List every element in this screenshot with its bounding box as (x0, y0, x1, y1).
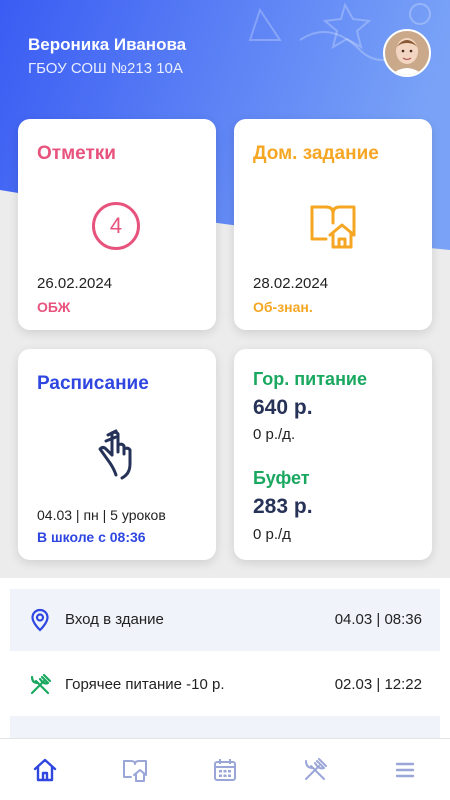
menu-icon[interactable] (392, 757, 418, 783)
schedule-status: В школе с 08:36 (37, 529, 146, 545)
homework-card[interactable]: Дом. задание 28.02.2024 Об-знан. (234, 119, 432, 330)
fork-knife-icon[interactable] (302, 757, 328, 783)
user-school: ГБОУ СОШ №213 10А (28, 60, 183, 77)
card-title: Дом. задание (253, 143, 379, 164)
homework-subject: Об-знан. (253, 299, 313, 315)
food-card[interactable]: Гор. питание 640 р. 0 р./д. Буфет 283 р.… (234, 349, 432, 560)
list-item[interactable]: Горячее питание -10 р. 02.03 | 12:22 (10, 654, 440, 716)
schedule-card[interactable]: Расписание 04.03 | пн | 5 уроков В школе… (18, 349, 216, 560)
avatar[interactable] (383, 29, 431, 77)
calendar-icon[interactable] (212, 757, 238, 783)
location-pin-icon (31, 608, 49, 632)
fork-knife-icon (30, 673, 52, 695)
home-icon[interactable] (32, 757, 58, 783)
buffet-title: Буфет (253, 468, 310, 488)
grade-badge: 4 (92, 202, 140, 250)
event-label: Горячее питание -10 р. (65, 676, 225, 693)
city-food-amount: 640 р. (253, 396, 313, 419)
event-time: 02.03 | 12:22 (334, 676, 422, 693)
grade-date: 26.02.2024 (37, 275, 113, 292)
list-item[interactable] (10, 716, 440, 738)
grades-card[interactable]: Отметки 4 26.02.2024 ОБЖ (18, 119, 216, 330)
event-time: 04.03 | 08:36 (334, 611, 422, 628)
city-food-title: Гор. питание (253, 369, 368, 389)
buffet-amount: 283 р. (253, 495, 313, 518)
user-name: Вероника Иванова (28, 35, 187, 54)
list-item[interactable]: Вход в здание 04.03 | 08:36 (10, 589, 440, 651)
card-title: Отметки (37, 143, 116, 164)
schedule-info: 04.03 | пн | 5 уроков (37, 507, 166, 523)
buffet-per-day: 0 р./д (253, 526, 291, 543)
homework-date: 28.02.2024 (253, 275, 329, 292)
tap-hand-icon (98, 429, 132, 480)
bottom-navigation (0, 738, 450, 800)
event-label: Вход в здание (65, 611, 164, 628)
card-title: Расписание (37, 373, 149, 394)
grade-subject: ОБЖ (37, 299, 71, 315)
book-house-icon (310, 205, 356, 249)
city-food-per-day: 0 р./д. (253, 426, 296, 443)
homework-icon[interactable] (122, 757, 148, 783)
